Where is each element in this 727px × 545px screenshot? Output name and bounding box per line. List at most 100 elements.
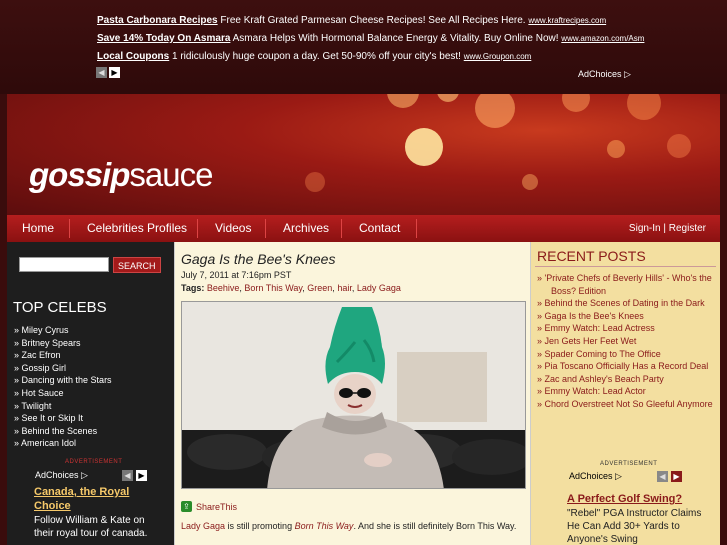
nav-divider <box>341 219 342 238</box>
post-body-italic-link[interactable]: Born This Way <box>295 521 354 531</box>
next-arrow-icon[interactable]: ▶ <box>109 67 120 78</box>
celeb-link-label: See It or Skip It <box>21 413 84 424</box>
right-ad-title[interactable]: A Perfect Golf Swing? <box>567 493 682 505</box>
site-logo[interactable]: gossipsauce <box>29 156 213 194</box>
prev-arrow-icon[interactable]: ◀ <box>657 471 668 482</box>
site-header: gossipsauce <box>7 94 720 215</box>
recent-post-link[interactable]: » Behind the Scenes of Dating in the Dar… <box>537 297 717 310</box>
top-ad-1[interactable]: Pasta Carbonara Recipes Free Kraft Grate… <box>97 15 606 26</box>
top-ad-2[interactable]: Save 14% Today On Asmara Asmara Helps Wi… <box>97 33 644 44</box>
search-button[interactable]: SEARCH <box>113 257 161 273</box>
recent-post-link[interactable]: » 'Private Chefs of Beverly Hills' - Who… <box>537 272 717 297</box>
post-title[interactable]: Gaga Is the Bee's Knees <box>181 251 335 267</box>
signin-register-link[interactable]: Sign-In | Register <box>629 215 706 242</box>
post-body-link[interactable]: Lady Gaga <box>181 521 225 531</box>
search-input[interactable] <box>19 257 109 272</box>
bokeh-light <box>667 134 691 158</box>
top-ad-3-url[interactable]: www.Groupon.com <box>464 52 532 61</box>
bokeh-light <box>305 172 325 192</box>
recent-post-label: Emmy Watch: Lead Actress <box>544 323 655 334</box>
post-body-text: is still promoting <box>225 521 295 531</box>
tag-link[interactable]: hair <box>337 283 352 293</box>
right-ad-body: "Rebel" PGA Instructor Claims He Can Add… <box>567 508 702 545</box>
top-ad-3[interactable]: Local Coupons 1 ridiculously huge coupon… <box>97 51 531 62</box>
tag-link[interactable]: Lady Gaga <box>357 283 401 293</box>
tag-link[interactable]: Green <box>307 283 332 293</box>
recent-post-link[interactable]: » Spader Coming to The Office <box>537 348 717 361</box>
celeb-link[interactable]: » Twilight <box>14 400 112 413</box>
adchoices-label: AdChoices <box>578 69 622 79</box>
celeb-link-label: Dancing with the Stars <box>21 375 112 386</box>
celeb-link[interactable]: » American Idol <box>14 437 112 450</box>
celeb-link[interactable]: » Dancing with the Stars <box>14 374 112 387</box>
celeb-link-label: Zac Efron <box>21 350 61 361</box>
celeb-link[interactable]: » Miley Cyrus <box>14 324 112 337</box>
heading-divider <box>535 266 716 267</box>
recent-post-link[interactable]: » Pia Toscano Officially Has a Record De… <box>537 360 717 373</box>
celeb-link[interactable]: » See It or Skip It <box>14 412 112 425</box>
top-celebs-heading: TOP CELEBS <box>13 299 107 316</box>
main-nav: Home Celebrities Profiles Videos Archive… <box>7 215 720 242</box>
main-content: Gaga Is the Bee's Knees July 7, 2011 at … <box>174 242 531 545</box>
top-ad-1-url[interactable]: www.kraftrecipes.com <box>528 16 606 25</box>
nav-celebrities-profiles[interactable]: Celebrities Profiles <box>87 215 187 242</box>
recent-post-label: Chord Overstreet Not So Gleeful Anymore <box>544 398 713 409</box>
celeb-link[interactable]: » Zac Efron <box>14 349 112 362</box>
top-ad-pager: ◀ ▶ <box>96 67 120 78</box>
right-ad-pager: ◀ ▶ <box>657 471 682 482</box>
adchoices-icon: ▷ <box>81 470 88 480</box>
recent-post-label: Jen Gets Her Feet Wet <box>544 335 637 346</box>
share-label: ShareThis <box>196 501 238 512</box>
celeb-link[interactable]: » Hot Sauce <box>14 387 112 400</box>
left-ad-title[interactable]: Canada, the Royal Choice <box>34 485 154 513</box>
bokeh-light <box>562 94 590 112</box>
top-ad-2-title[interactable]: Save 14% Today On Asmara <box>97 33 230 44</box>
recent-post-label: 'Private Chefs of Beverly Hills' - Who's… <box>544 273 712 296</box>
celeb-link-label: American Idol <box>21 438 77 449</box>
recent-post-label: Zac and Ashley's Beach Party <box>544 373 664 384</box>
top-ad-3-title[interactable]: Local Coupons <box>97 51 169 62</box>
adchoices-link[interactable]: AdChoices ▷ <box>578 69 631 80</box>
celeb-link[interactable]: » Behind the Scenes <box>14 425 112 438</box>
prev-arrow-icon[interactable]: ◀ <box>96 67 107 78</box>
bokeh-light <box>405 128 443 166</box>
celeb-link[interactable]: » Gossip Girl <box>14 362 112 375</box>
logo-rest: sauce <box>129 156 213 193</box>
advertisement-label: ADVERTISEMENT <box>65 459 123 465</box>
post-photo <box>181 301 526 489</box>
nav-divider <box>265 219 266 238</box>
recent-post-link[interactable]: » Gaga Is the Bee's Knees <box>537 310 717 323</box>
recent-post-label: Pia Toscano Officially Has a Record Deal <box>544 361 709 372</box>
top-ad-1-title[interactable]: Pasta Carbonara Recipes <box>97 15 218 26</box>
advertisement-label: ADVERTISEMENT <box>600 461 658 467</box>
next-arrow-icon[interactable]: ▶ <box>671 471 682 482</box>
nav-home[interactable]: Home <box>22 215 54 242</box>
top-celebs-list: » Miley Cyrus » Britney Spears » Zac Efr… <box>14 324 112 450</box>
adchoices-label: AdChoices <box>569 471 613 481</box>
prev-arrow-icon[interactable]: ◀ <box>122 470 133 481</box>
recent-post-link[interactable]: » Emmy Watch: Lead Actor <box>537 385 717 398</box>
recent-post-link[interactable]: » Jen Gets Her Feet Wet <box>537 335 717 348</box>
celeb-link-label: Twilight <box>21 400 52 411</box>
adchoices-icon: ▷ <box>615 471 622 481</box>
nav-archives[interactable]: Archives <box>283 215 329 242</box>
recent-post-link[interactable]: » Zac and Ashley's Beach Party <box>537 373 717 386</box>
top-ad-2-url[interactable]: www.amazon.com/Asm <box>561 34 644 43</box>
post-tags: Tags: Beehive, Born This Way, Green, hai… <box>181 283 401 293</box>
tag-link[interactable]: Born This Way <box>244 283 302 293</box>
adchoices-link[interactable]: AdChoices ▷ <box>35 470 88 481</box>
nav-videos[interactable]: Videos <box>215 215 251 242</box>
recent-post-link[interactable]: » Emmy Watch: Lead Actress <box>537 322 717 335</box>
adchoices-label: AdChoices <box>35 470 79 480</box>
post-photo-illustration <box>182 302 525 488</box>
share-icon: ⇪ <box>181 501 192 512</box>
share-this-button[interactable]: ⇪ ShareThis <box>181 501 237 512</box>
left-ad-body: Follow William & Kate on their royal tou… <box>34 515 148 539</box>
nav-contact[interactable]: Contact <box>359 215 400 242</box>
adchoices-link[interactable]: AdChoices ▷ <box>569 471 622 482</box>
celeb-link[interactable]: » Britney Spears <box>14 337 112 350</box>
next-arrow-icon[interactable]: ▶ <box>136 470 147 481</box>
celeb-link-label: Behind the Scenes <box>21 425 98 436</box>
tag-link[interactable]: Beehive <box>207 283 240 293</box>
recent-post-link[interactable]: » Chord Overstreet Not So Gleeful Anymor… <box>537 398 717 411</box>
